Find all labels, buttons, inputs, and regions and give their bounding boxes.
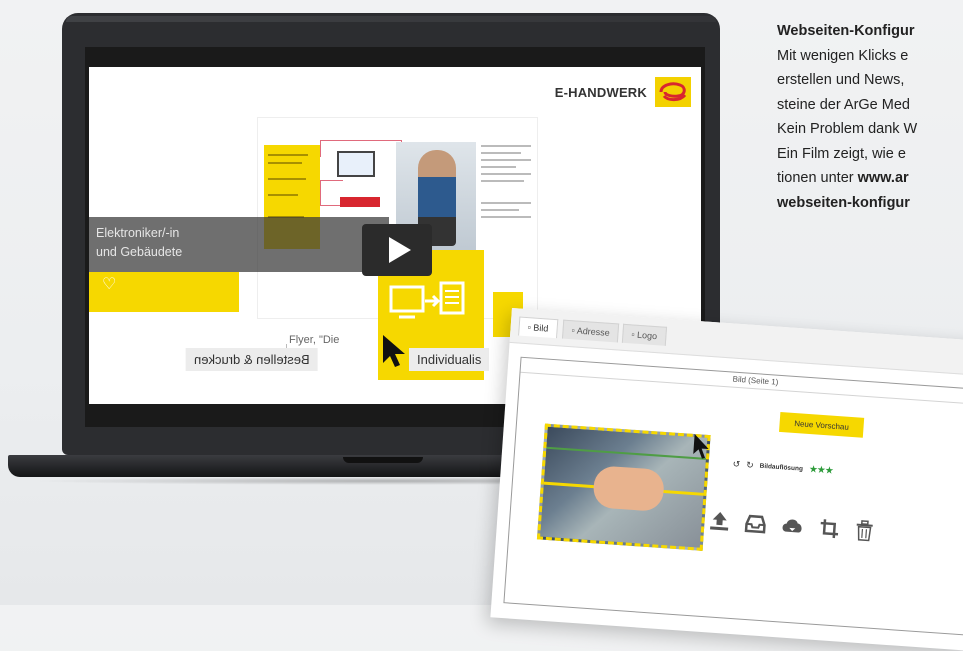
uploaded-image[interactable] (536, 423, 711, 551)
upload-icon[interactable] (708, 509, 731, 532)
description-text: Webseiten-Konfigur Mit wenigen Klicks e … (777, 19, 963, 215)
tab-label: Bild (533, 322, 549, 334)
tab-logo[interactable]: ▫ Logo (621, 323, 667, 346)
flyer-red-label (340, 197, 380, 207)
e-handwerk-logo-icon (655, 77, 691, 107)
brand-name: E-HANDWERK (554, 84, 647, 100)
tab-label: Logo (636, 329, 658, 342)
laptop-notch (343, 457, 423, 463)
mouse-cursor-icon (693, 434, 709, 459)
website-link[interactable]: www.ar (858, 170, 909, 186)
rotate-left-icon[interactable]: ↺ (732, 459, 740, 470)
photo-detail (546, 446, 707, 460)
heart-icon: ♡ (102, 276, 117, 293)
description-line: steine der ArGe Med (777, 96, 910, 113)
brand: E-HANDWERK (555, 77, 691, 107)
flyer-text-column (481, 145, 531, 223)
configurator-card: ▫ Bild ▫ Adresse ▫ Logo Bild (Seite 1) N… (490, 308, 963, 651)
crop-icon[interactable] (818, 517, 841, 540)
description-line: Kein Problem dank W (777, 121, 918, 137)
inbox-icon[interactable] (744, 512, 767, 535)
description-heading: Webseiten-Konfigur (777, 23, 915, 39)
monitor-icon (337, 151, 375, 177)
video-title-line1: Elektroniker/-in (96, 226, 180, 240)
website-link-line2[interactable]: webseiten-konfigur (777, 191, 963, 216)
play-icon (389, 237, 411, 263)
flyer-caption: Flyer, "Die (289, 334, 340, 346)
video-title-line2: und Gebäudete (96, 245, 183, 259)
description-line: tionen unter (777, 170, 858, 186)
description-line: Ein Film zeigt, wie e (777, 145, 906, 162)
print-button[interactable]: Bestellen & drucken (186, 348, 318, 371)
play-button[interactable] (362, 224, 432, 276)
photo-hands (592, 465, 666, 512)
resolution-stars: ★★★ (808, 464, 834, 477)
description-line: erstellen und News, (777, 72, 905, 88)
resolution-label: Bildauflösung (759, 462, 804, 473)
new-preview-button[interactable]: Neue Vorschau (779, 411, 865, 438)
rotate-right-icon[interactable]: ↻ (746, 460, 754, 471)
image-action-icons (708, 509, 875, 543)
flyer-text-line (268, 162, 302, 164)
image-panel: Bild (Seite 1) Neue Vorschau ↺ ↻ Bildauf… (503, 356, 963, 637)
flyer-text-line (268, 178, 306, 180)
trash-icon[interactable] (854, 519, 875, 542)
flyer-text-line (268, 194, 298, 196)
description-line-with-link: tionen unter www.ar (777, 166, 963, 191)
tab-adresse[interactable]: ▫ Adresse (561, 319, 620, 343)
video-title: Elektroniker/-in und Gebäudete (96, 224, 182, 262)
monitor-to-document-icon (389, 279, 469, 332)
tab-label: Adresse (576, 325, 611, 338)
description-line: Mit wenigen Klicks e (777, 47, 909, 64)
image-controls: ↺ ↻ Bildauflösung ★★★ (732, 459, 833, 477)
mouse-cursor-icon (383, 335, 405, 367)
tab-bild[interactable]: ▫ Bild (518, 316, 559, 339)
cloud-download-icon[interactable] (780, 514, 805, 538)
flyer-text-line (268, 154, 308, 156)
individualize-button[interactable]: Individualis (409, 348, 490, 371)
